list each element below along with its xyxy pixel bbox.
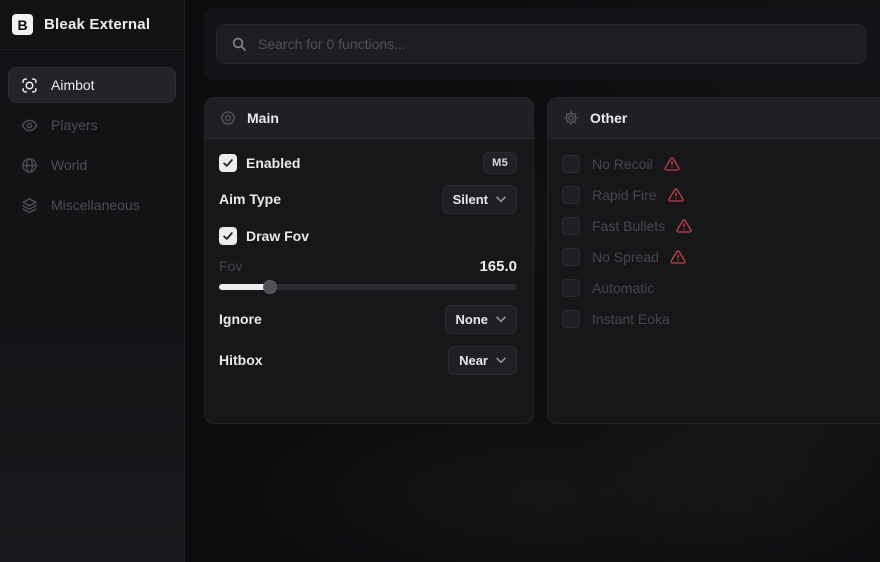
sidebar-item-label: World bbox=[51, 157, 87, 173]
feature-label: No Recoil bbox=[592, 156, 653, 172]
eye-icon bbox=[21, 117, 38, 134]
chevron-down-icon bbox=[496, 316, 506, 323]
enabled-row: Enabled M5 bbox=[219, 151, 517, 175]
aim-type-row: Aim Type Silent bbox=[219, 186, 517, 212]
sidebar-item-label: Miscellaneous bbox=[51, 197, 140, 213]
instant-eoka-checkbox[interactable] bbox=[562, 310, 580, 328]
warning-triangle-icon bbox=[664, 156, 680, 172]
draw-fov-label: Draw Fov bbox=[246, 228, 309, 244]
panel-title: Main bbox=[247, 110, 279, 126]
feature-row-no-spread: No Spread bbox=[562, 246, 880, 268]
globe-icon bbox=[21, 157, 38, 174]
aim-type-dropdown[interactable]: Silent bbox=[442, 185, 517, 214]
sidebar-header: B Bleak External bbox=[0, 0, 184, 50]
app-title: Bleak External bbox=[44, 16, 150, 33]
feature-label: No Spread bbox=[592, 249, 659, 265]
enabled-checkbox[interactable] bbox=[219, 154, 237, 172]
sidebar-item-miscellaneous[interactable]: Miscellaneous bbox=[8, 187, 176, 223]
sidebar-nav: Aimbot Players bbox=[0, 50, 184, 223]
keybind-badge[interactable]: M5 bbox=[483, 152, 517, 174]
sidebar-item-world[interactable]: World bbox=[8, 147, 176, 183]
fov-row: Fov 165.0 bbox=[219, 257, 517, 275]
feature-label: Automatic bbox=[592, 280, 654, 296]
sidebar-item-label: Aimbot bbox=[51, 77, 95, 93]
search-box[interactable] bbox=[216, 24, 866, 64]
hitbox-label: Hitbox bbox=[219, 352, 263, 368]
draw-fov-row: Draw Fov bbox=[219, 225, 517, 247]
panel-main: Main Enabled M5 Aim Type Silent bbox=[204, 97, 534, 424]
sidebar: B Bleak External Aimbot bbox=[0, 0, 185, 562]
panel-other-header: Other bbox=[548, 98, 880, 139]
fov-value: 165.0 bbox=[479, 258, 517, 275]
feature-row-instant-eoka: Instant Eoka bbox=[562, 308, 880, 330]
no-recoil-checkbox[interactable] bbox=[562, 155, 580, 173]
feature-row-rapid-fire: Rapid Fire bbox=[562, 184, 880, 206]
hitbox-row: Hitbox Near bbox=[219, 347, 517, 373]
sidebar-item-aimbot[interactable]: Aimbot bbox=[8, 67, 176, 103]
sidebar-item-label: Players bbox=[51, 117, 98, 133]
search-input[interactable] bbox=[258, 36, 851, 52]
fov-label: Fov bbox=[219, 258, 242, 274]
fast-bullets-checkbox[interactable] bbox=[562, 217, 580, 235]
no-spread-checkbox[interactable] bbox=[562, 248, 580, 266]
feature-label: Fast Bullets bbox=[592, 218, 665, 234]
panel-other: Other No Recoil Rapid Fire Fast Bullets bbox=[547, 97, 880, 424]
crosshair-scan-icon bbox=[21, 77, 38, 94]
aim-type-label: Aim Type bbox=[219, 191, 281, 207]
layers-icon bbox=[21, 197, 38, 214]
feature-row-fast-bullets: Fast Bullets bbox=[562, 215, 880, 237]
rapid-fire-checkbox[interactable] bbox=[562, 186, 580, 204]
panel-main-header: Main bbox=[205, 98, 533, 139]
panel-title: Other bbox=[590, 110, 627, 126]
warning-triangle-icon bbox=[676, 218, 692, 234]
chevron-down-icon bbox=[496, 196, 506, 203]
chevron-down-icon bbox=[496, 357, 506, 364]
warning-triangle-icon bbox=[670, 249, 686, 265]
fov-slider-thumb[interactable] bbox=[263, 280, 277, 294]
ignore-row: Ignore None bbox=[219, 306, 517, 332]
sidebar-item-players[interactable]: Players bbox=[8, 107, 176, 143]
ignore-dropdown[interactable]: None bbox=[445, 305, 518, 334]
ignore-label: Ignore bbox=[219, 311, 262, 327]
fov-slider[interactable] bbox=[219, 280, 517, 294]
automatic-checkbox[interactable] bbox=[562, 279, 580, 297]
other-feature-list: No Recoil Rapid Fire Fast Bullets bbox=[562, 153, 880, 339]
draw-fov-checkbox[interactable] bbox=[219, 227, 237, 245]
search-icon bbox=[231, 36, 247, 52]
aim-type-value: Silent bbox=[453, 192, 488, 207]
feature-row-no-recoil: No Recoil bbox=[562, 153, 880, 175]
hitbox-dropdown[interactable]: Near bbox=[448, 346, 517, 375]
target-icon bbox=[220, 110, 236, 126]
feature-row-automatic: Automatic bbox=[562, 277, 880, 299]
enabled-label: Enabled bbox=[246, 155, 300, 171]
feature-label: Rapid Fire bbox=[592, 187, 657, 203]
app-logo: B bbox=[12, 14, 33, 35]
ignore-value: None bbox=[456, 312, 489, 327]
feature-label: Instant Eoka bbox=[592, 311, 670, 327]
hitbox-value: Near bbox=[459, 353, 488, 368]
app-window: B Bleak External Aimbot bbox=[0, 0, 880, 562]
gear-icon bbox=[563, 110, 579, 126]
warning-triangle-icon bbox=[668, 187, 684, 203]
search-panel bbox=[204, 8, 880, 80]
